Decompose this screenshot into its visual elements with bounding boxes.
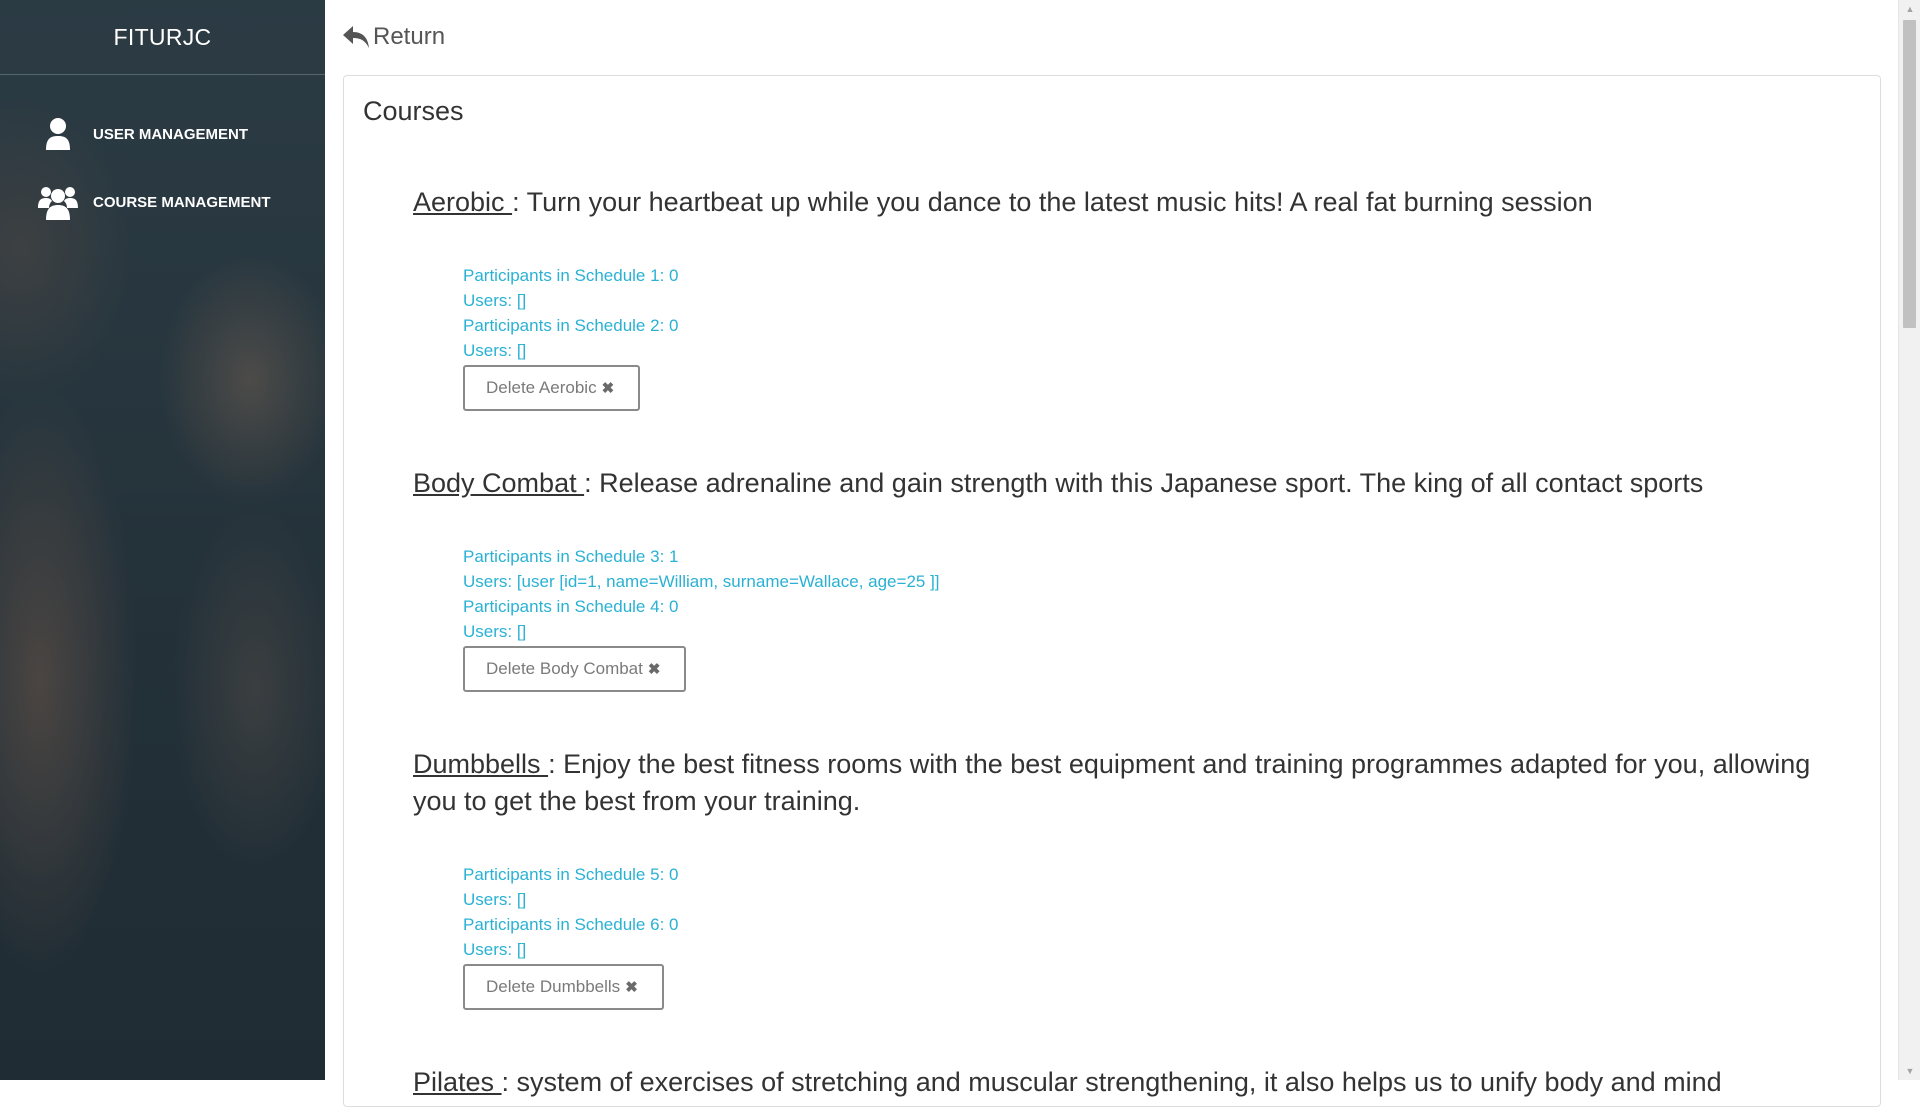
participants-line: Participants in Schedule 6: 0 bbox=[463, 915, 679, 934]
delete-aerobic-button[interactable]: Delete Aerobic ✖ bbox=[463, 365, 641, 411]
course-details: Participants in Schedule 1: 0 Users: [] … bbox=[463, 263, 1853, 411]
sidebar: FITURJC USER MANAGEMENT COURSE MANAGEMEN… bbox=[0, 0, 325, 1080]
course-heading: Body Combat : Release adrenaline and gai… bbox=[413, 465, 1853, 502]
participants-line: Participants in Schedule 4: 0 bbox=[463, 597, 679, 616]
courses-panel: Courses Aerobic : Turn your heartbeat up… bbox=[343, 75, 1881, 1107]
course-details: Participants in Schedule 5: 0 Users: [] … bbox=[463, 862, 1853, 1010]
scroll-thumb[interactable] bbox=[1903, 20, 1916, 328]
close-icon: ✖ bbox=[601, 380, 615, 397]
sidebar-item-label: USER MANAGEMENT bbox=[93, 125, 249, 143]
users-line: Users: [] bbox=[463, 940, 527, 959]
sidebar-item-course-management[interactable]: COURSE MANAGEMENT bbox=[0, 183, 325, 221]
users-group-icon bbox=[38, 184, 78, 220]
return-link[interactable]: Return bbox=[343, 23, 445, 51]
course-item-pilates: Pilates : system of exercises of stretch… bbox=[413, 1064, 1853, 1101]
users-line: Users: [] bbox=[463, 341, 527, 360]
brand-logo[interactable]: FITURJC bbox=[0, 0, 325, 75]
page-scrollbar[interactable]: ▲ ▼ bbox=[1898, 0, 1920, 1080]
scroll-up-icon[interactable]: ▲ bbox=[1899, 0, 1920, 18]
reply-arrow-icon bbox=[343, 26, 369, 48]
page-title: Courses bbox=[363, 96, 464, 126]
participants-line: Participants in Schedule 1: 0 bbox=[463, 266, 679, 285]
course-name-link[interactable]: Pilates bbox=[413, 1067, 502, 1097]
delete-body-combat-button[interactable]: Delete Body Combat ✖ bbox=[463, 646, 687, 692]
course-description: : Release adrenaline and gain strength w… bbox=[584, 468, 1704, 498]
course-description: : Enjoy the best fitness rooms with the … bbox=[413, 749, 1811, 816]
course-description: : Turn your heartbeat up while you dance… bbox=[512, 187, 1593, 217]
course-heading: Dumbbells : Enjoy the best fitness rooms… bbox=[413, 746, 1853, 820]
sidebar-item-user-management[interactable]: USER MANAGEMENT bbox=[0, 115, 325, 153]
return-label: Return bbox=[373, 23, 446, 50]
course-list: Aerobic : Turn your heartbeat up while y… bbox=[413, 184, 1853, 1101]
course-details: Participants in Schedule 3: 1 Users: [us… bbox=[463, 544, 1853, 692]
course-name-link[interactable]: Aerobic bbox=[413, 187, 512, 217]
course-item-body-combat: Body Combat : Release adrenaline and gai… bbox=[413, 465, 1853, 692]
scroll-down-icon[interactable]: ▼ bbox=[1899, 1062, 1920, 1080]
sidebar-item-label: COURSE MANAGEMENT bbox=[93, 193, 271, 211]
course-name-link[interactable]: Body Combat bbox=[413, 468, 584, 498]
course-item-dumbbells: Dumbbells : Enjoy the best fitness rooms… bbox=[413, 746, 1853, 1010]
top-bar: Return bbox=[325, 0, 1898, 74]
course-name-link[interactable]: Dumbbells bbox=[413, 749, 548, 779]
course-description: : system of exercises of stretching and … bbox=[501, 1067, 1722, 1097]
users-line: Users: [] bbox=[463, 291, 527, 310]
delete-button-label: Delete Body Combat bbox=[486, 659, 643, 678]
close-icon: ✖ bbox=[625, 979, 638, 996]
participants-line: Participants in Schedule 3: 1 bbox=[463, 547, 679, 566]
course-heading: Aerobic : Turn your heartbeat up while y… bbox=[413, 184, 1853, 221]
users-line: Users: [user [id=1, name=William, surnam… bbox=[463, 572, 940, 591]
users-line: Users: [] bbox=[463, 622, 527, 641]
sidebar-nav: USER MANAGEMENT COURSE MANAGEMENT bbox=[0, 75, 325, 221]
close-icon: ✖ bbox=[647, 661, 661, 678]
delete-button-label: Delete Dumbbells bbox=[486, 977, 621, 996]
course-item-aerobic: Aerobic : Turn your heartbeat up while y… bbox=[413, 184, 1853, 411]
participants-line: Participants in Schedule 5: 0 bbox=[463, 865, 679, 884]
participants-line: Participants in Schedule 2: 0 bbox=[463, 316, 679, 335]
course-heading: Pilates : system of exercises of stretch… bbox=[413, 1064, 1853, 1101]
user-icon bbox=[38, 116, 78, 152]
delete-dumbbells-button[interactable]: Delete Dumbbells ✖ bbox=[463, 964, 664, 1010]
delete-button-label: Delete Aerobic bbox=[486, 378, 597, 397]
users-line: Users: [] bbox=[463, 890, 527, 909]
